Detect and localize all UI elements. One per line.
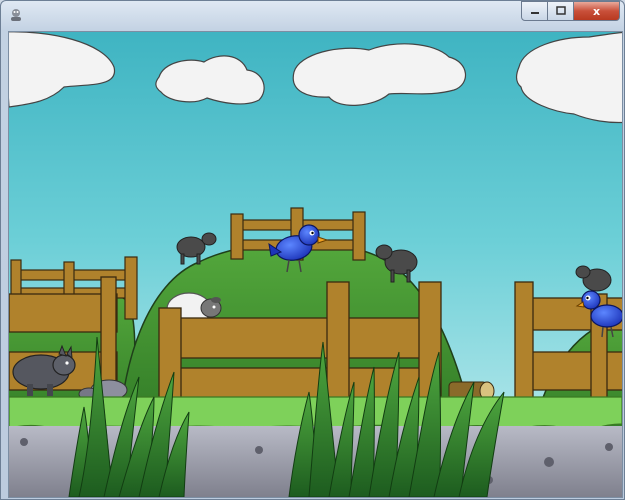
game-window: x (0, 0, 625, 500)
maximize-button[interactable] (548, 1, 574, 21)
maximize-icon (555, 6, 566, 15)
close-button[interactable]: x (574, 1, 620, 21)
minimize-button[interactable] (521, 1, 548, 21)
game-app-icon[interactable] (8, 7, 24, 23)
minimize-icon (530, 12, 539, 14)
game-viewport[interactable] (8, 31, 623, 498)
window-controls: x (521, 1, 620, 21)
title-bar[interactable]: x (1, 1, 624, 31)
game-scene[interactable] (9, 32, 622, 497)
close-icon: x (592, 4, 601, 18)
